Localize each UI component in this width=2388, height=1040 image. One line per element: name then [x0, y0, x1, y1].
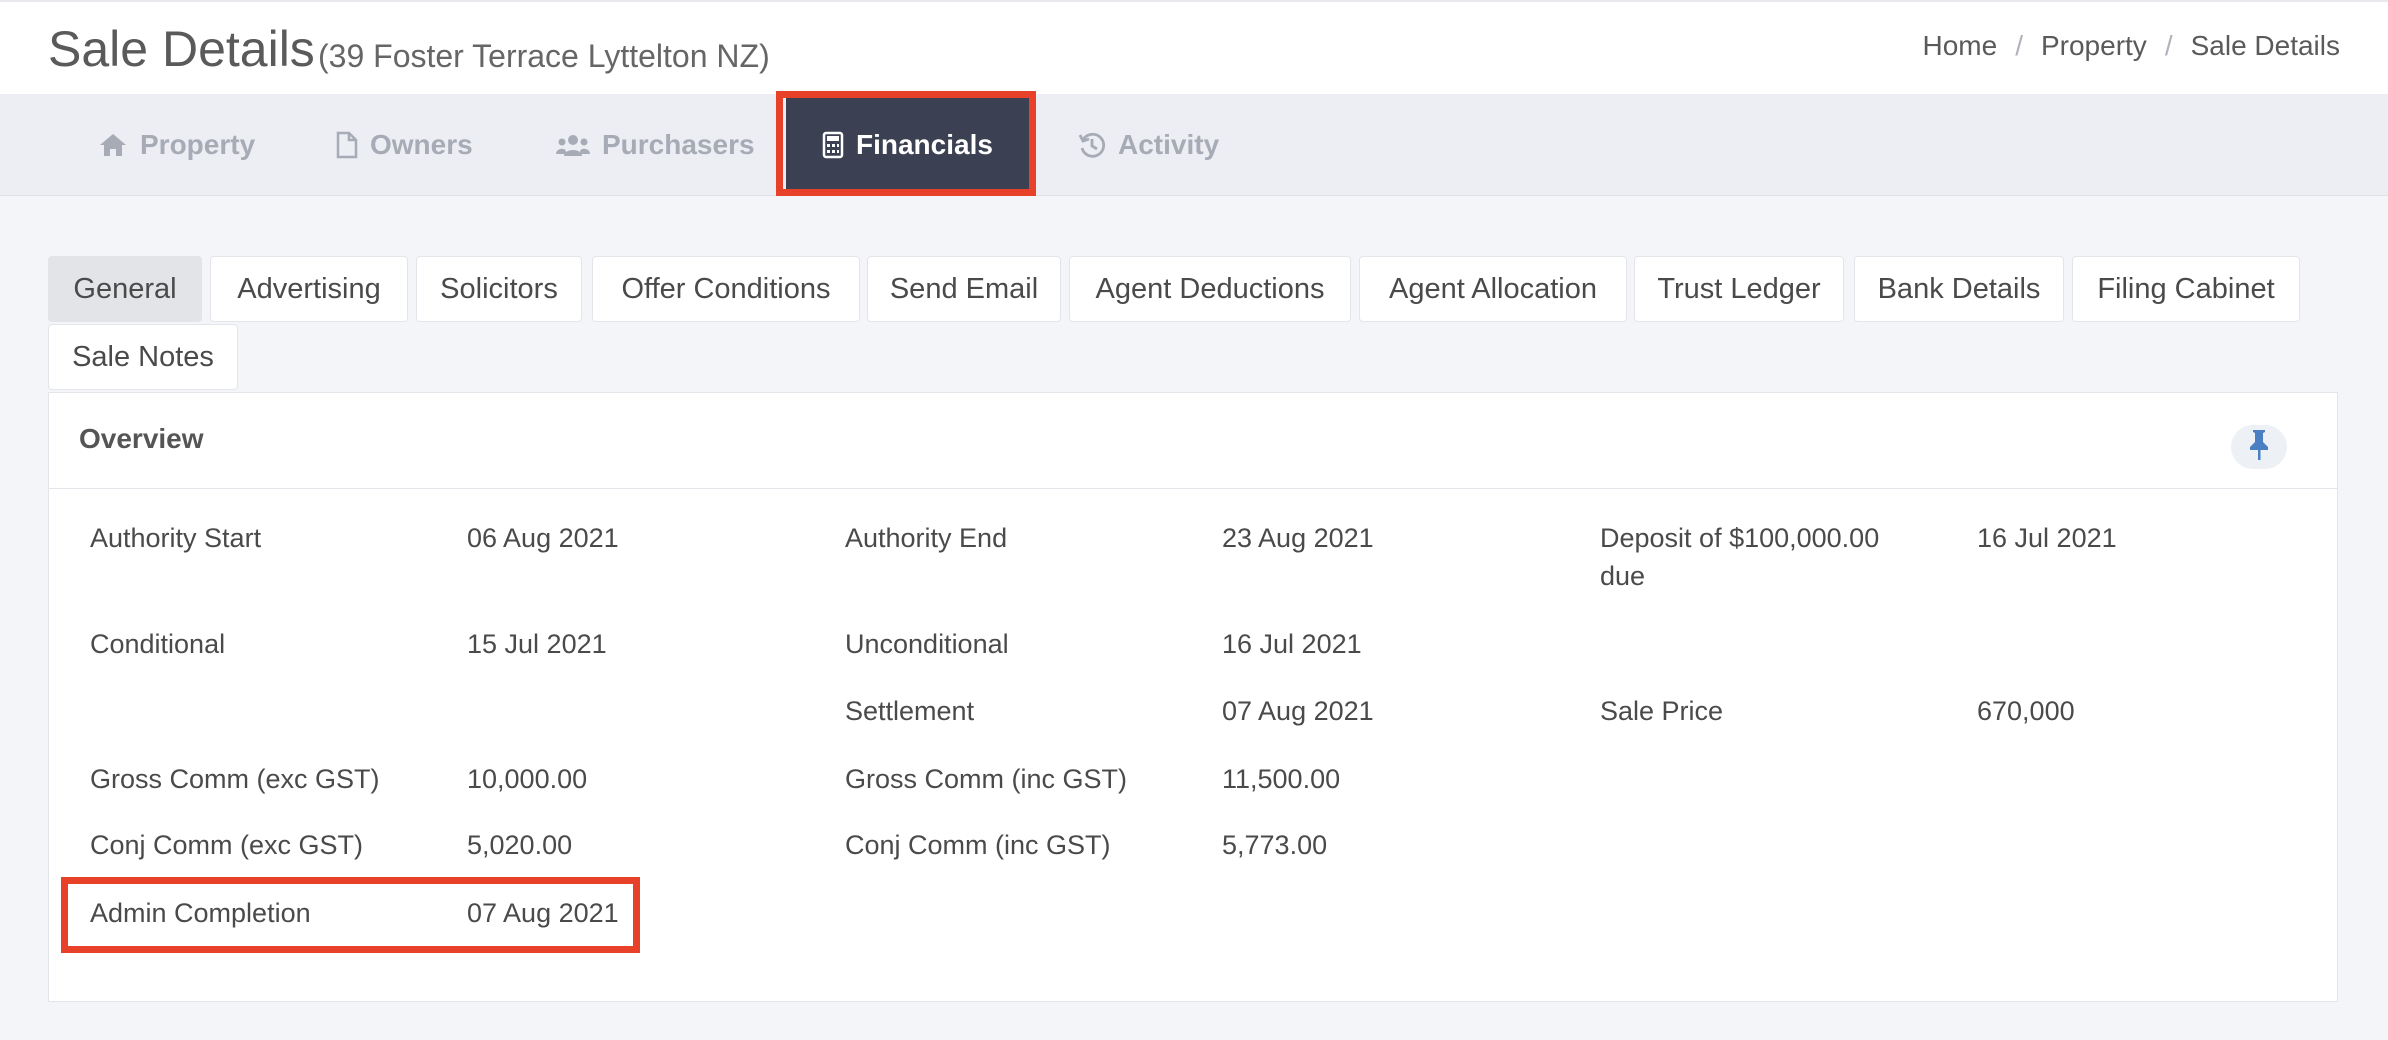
- file-icon: [336, 131, 358, 159]
- tab-purchasers[interactable]: Purchasers: [556, 94, 755, 196]
- tab-activity-label: Activity: [1118, 129, 1220, 160]
- page-subtitle: (39 Foster Terrace Lyttelton NZ): [318, 38, 770, 74]
- authority-end-value: 23 Aug 2021: [1222, 523, 1374, 553]
- admin-completion-label: Admin Completion: [90, 898, 311, 928]
- panel-header: Overview: [49, 393, 2337, 489]
- subtab-trust-ledger[interactable]: Trust Ledger: [1634, 256, 1844, 322]
- subtab-bank-details[interactable]: Bank Details: [1854, 256, 2064, 322]
- unconditional-label: Unconditional: [845, 629, 1009, 659]
- home-icon: [98, 132, 128, 158]
- gross-comm-exc-label: Gross Comm (exc GST): [90, 764, 380, 794]
- subtab-send-email[interactable]: Send Email: [867, 256, 1061, 322]
- subtab-advertising[interactable]: Advertising: [210, 256, 408, 322]
- tab-purchasers-label: Purchasers: [602, 129, 755, 160]
- subtab-general[interactable]: General: [48, 256, 202, 322]
- conditional-value: 15 Jul 2021: [467, 629, 607, 659]
- admin-completion-value: 07 Aug 2021: [467, 898, 619, 928]
- gross-comm-inc-label: Gross Comm (inc GST): [845, 764, 1128, 794]
- conj-comm-exc-value: 5,020.00: [467, 830, 573, 860]
- gross-comm-exc-value: 10,000.00: [467, 764, 588, 794]
- page-title: Sale Details: [48, 21, 315, 77]
- tab-activity[interactable]: Activity: [1078, 94, 1219, 196]
- conj-comm-inc-label: Conj Comm (inc GST): [845, 830, 1111, 860]
- breadcrumb-home[interactable]: Home: [1923, 30, 1998, 62]
- subtab-sale-notes[interactable]: Sale Notes: [48, 324, 238, 390]
- tab-owners-label: Owners: [370, 129, 473, 160]
- conj-comm-exc-label: Conj Comm (exc GST): [90, 830, 364, 860]
- authority-start-value: 06 Aug 2021: [467, 523, 619, 553]
- calculator-icon: [822, 131, 844, 159]
- sale-price-value: 670,000: [1977, 696, 2075, 726]
- breadcrumb: Home / Property / Sale Details: [1923, 30, 2341, 62]
- authority-end-label: Authority End: [845, 523, 1008, 553]
- tab-financials[interactable]: Financials: [786, 94, 1029, 196]
- breadcrumb-property[interactable]: Property: [2041, 30, 2147, 62]
- subtab-agent-allocation[interactable]: Agent Allocation: [1359, 256, 1627, 322]
- conditional-label: Conditional: [90, 629, 226, 659]
- page-header: Sale Details (39 Foster Terrace Lyttelto…: [0, 0, 2388, 94]
- deposit-value: 16 Jul 2021: [1977, 523, 2117, 553]
- deposit-label: Deposit of $100,000.00 due: [1600, 523, 1880, 591]
- unconditional-value: 16 Jul 2021: [1222, 629, 1362, 659]
- breadcrumb-separator: /: [2164, 30, 2173, 61]
- subtab-filing-cabinet[interactable]: Filing Cabinet: [2072, 256, 2300, 322]
- subtab-offer-conditions[interactable]: Offer Conditions: [592, 256, 860, 322]
- subtab-agent-deductions[interactable]: Agent Deductions: [1069, 256, 1351, 322]
- subtab-solicitors[interactable]: Solicitors: [416, 256, 582, 322]
- gross-comm-inc-value: 11,500.00: [1222, 764, 1341, 794]
- pin-icon: [2247, 428, 2271, 467]
- settlement-label: Settlement: [845, 696, 975, 726]
- tab-financials-label: Financials: [856, 129, 993, 160]
- settlement-value: 07 Aug 2021: [1222, 696, 1374, 726]
- breadcrumb-sale-details: Sale Details: [2190, 30, 2340, 61]
- history-icon: [1078, 131, 1106, 159]
- pin-button[interactable]: [2231, 425, 2287, 469]
- panel-title: Overview: [79, 423, 204, 454]
- top-tab-bar: Property Owners Purchasers Financials Ac…: [0, 94, 2388, 196]
- authority-start-label: Authority Start: [90, 523, 262, 553]
- tab-property-label: Property: [140, 129, 256, 160]
- users-icon: [556, 132, 590, 158]
- tab-property[interactable]: Property: [98, 94, 255, 196]
- conj-comm-inc-value: 5,773.00: [1222, 830, 1328, 860]
- breadcrumb-separator: /: [2015, 30, 2023, 61]
- sale-price-label: Sale Price: [1600, 696, 1724, 726]
- tab-owners[interactable]: Owners: [336, 94, 473, 196]
